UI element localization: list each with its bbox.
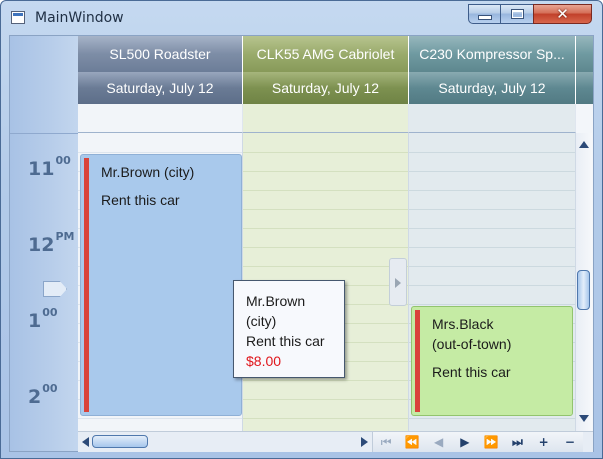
- appointment-subject-line1: Mrs.Black: [432, 316, 494, 332]
- slot-line: [409, 152, 575, 153]
- navigation-bar: ⏮ ⏪ ◀ ▶ ⏩ ⏭ + −: [372, 432, 583, 452]
- slot-line: [409, 247, 575, 248]
- maximize-icon: [510, 9, 524, 19]
- time-ruler: 1100 12PM 100 200: [10, 36, 78, 451]
- slot-line: [409, 266, 575, 267]
- maximize-button[interactable]: [500, 4, 534, 24]
- next-icon[interactable]: ▶: [452, 432, 478, 452]
- tooltip-line3: Rent this car: [246, 333, 325, 349]
- appointment-mrs-black[interactable]: Mrs.Black (out-of-town) Rent this car: [411, 306, 573, 416]
- date-header[interactable]: Saturday, July 12: [409, 72, 576, 104]
- last-page-icon[interactable]: ⏭: [504, 432, 530, 452]
- minimize-icon: [477, 15, 492, 20]
- slot-line: [409, 418, 575, 419]
- slot-line: [409, 171, 575, 172]
- date-header[interactable]: Saturday, July 12: [78, 72, 243, 104]
- previous-icon[interactable]: ◀: [426, 432, 452, 452]
- date-header[interactable]: Saturday, July 12: [243, 72, 409, 104]
- all-day-area[interactable]: [409, 104, 576, 133]
- title-bar[interactable]: MainWindow ✕: [1, 1, 602, 34]
- appointment-mr-brown[interactable]: Mr.Brown (city) Rent this car: [80, 154, 242, 416]
- all-day-area[interactable]: [78, 104, 243, 133]
- slot-line: [243, 228, 408, 229]
- slot-line: [243, 190, 408, 191]
- main-window: MainWindow ✕ 1100 12PM 100 200 SL500 Roa…: [0, 0, 603, 459]
- hour-label-12: 12PM: [28, 230, 75, 256]
- resource-header[interactable]: SL500 Roadster: [78, 36, 243, 72]
- slot-line: [78, 418, 242, 419]
- next-appointment-button[interactable]: [389, 258, 407, 306]
- scroll-left-icon[interactable]: [82, 437, 89, 447]
- vertical-scroll-thumb[interactable]: [577, 270, 590, 310]
- window-title: MainWindow: [35, 10, 124, 26]
- add-column-icon[interactable]: +: [531, 432, 557, 452]
- tooltip-line2: (city): [246, 313, 277, 329]
- header-overflow-bottom: [576, 72, 593, 104]
- vertical-scrollbar[interactable]: [576, 133, 592, 431]
- appointment-tooltip: Mr.Brown (city) Rent this car $8.00: [233, 280, 345, 378]
- scroll-down-icon[interactable]: [579, 415, 589, 422]
- first-page-icon[interactable]: ⏮: [373, 432, 399, 452]
- hour-label-1: 100: [28, 306, 58, 332]
- slot-line: [243, 399, 408, 400]
- slot-line: [243, 171, 408, 172]
- next-page-icon[interactable]: ⏩: [478, 432, 504, 452]
- slot-line: [243, 247, 408, 248]
- minimize-button[interactable]: [468, 4, 501, 24]
- resource-header[interactable]: CLK55 AMG Cabriolet: [243, 36, 409, 72]
- resource-header[interactable]: C230 Kompressor Sp...: [409, 36, 576, 72]
- hour-label-2: 200: [28, 382, 58, 408]
- appointment-body: Rent this car: [432, 364, 511, 380]
- slot-line: [243, 418, 408, 419]
- appointment-status-bar: [84, 158, 89, 412]
- hour-label-11: 1100: [28, 154, 71, 180]
- current-time-marker: [43, 281, 67, 297]
- appointment-subject-line2: (out-of-town): [432, 336, 512, 352]
- previous-page-icon[interactable]: ⏪: [399, 432, 425, 452]
- header-overflow-top: [576, 36, 593, 72]
- horizontal-scroll-thumb[interactable]: [92, 435, 148, 448]
- close-icon: ✕: [556, 5, 569, 23]
- slot-line: [243, 380, 408, 381]
- appointment-subject: Mr.Brown (city): [101, 164, 195, 180]
- slot-line: [243, 152, 408, 153]
- window-icon[interactable]: [11, 11, 25, 24]
- ruler-divider: [10, 133, 78, 134]
- slot-line: [78, 152, 242, 153]
- slot-line: [243, 209, 408, 210]
- slot-line: [243, 266, 408, 267]
- tooltip-price: $8.00: [246, 353, 282, 369]
- scroll-right-icon[interactable]: [361, 437, 368, 447]
- horizontal-scrollbar[interactable]: ⏮ ⏪ ◀ ▶ ⏩ ⏭ + −: [78, 431, 593, 452]
- appointment-body: Rent this car: [101, 192, 180, 208]
- slot-line: [409, 285, 575, 286]
- tooltip-line1: Mr.Brown: [246, 293, 306, 309]
- scheduler: 1100 12PM 100 200 SL500 Roadster Saturda…: [9, 35, 594, 452]
- slot-line: [409, 228, 575, 229]
- remove-column-icon[interactable]: −: [557, 432, 583, 452]
- slot-line: [409, 190, 575, 191]
- slot-line: [409, 209, 575, 210]
- slot-line: [409, 304, 575, 305]
- scroll-up-icon[interactable]: [579, 141, 589, 148]
- all-day-area[interactable]: [243, 104, 409, 133]
- close-button[interactable]: ✕: [533, 4, 592, 24]
- appointment-status-bar: [415, 310, 420, 412]
